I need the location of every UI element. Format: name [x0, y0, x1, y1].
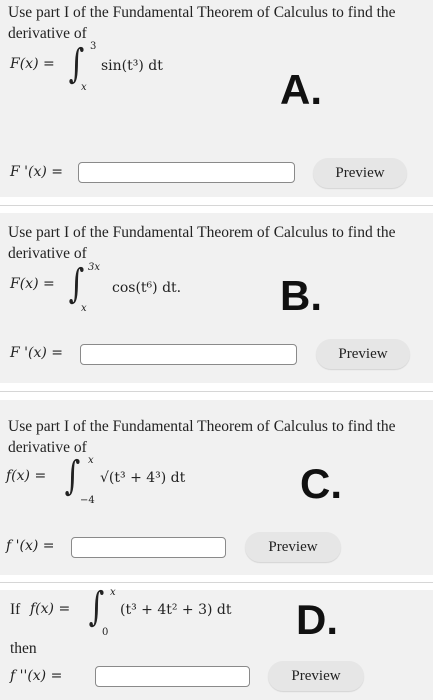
problem-b-lower-limit: x [81, 303, 87, 314]
problem-d-lower-limit: 0 [102, 627, 109, 638]
problem-b-answer-label: F '(x) = [10, 345, 64, 361]
problem-b-upper-limit: 3x [88, 262, 101, 273]
problem-c-answer-input[interactable] [71, 537, 226, 558]
problem-d-tag: D. [296, 596, 338, 643]
problem-a-upper-limit: 3 [90, 41, 97, 52]
problem-a-answer-input[interactable] [78, 162, 295, 183]
problem-d-upper-limit: x [110, 587, 116, 598]
problem-d-prefix: If [10, 601, 21, 618]
problem-a-question: Use part I of the Fundamental Theorem of… [8, 4, 396, 42]
problem-d-lhs: f(x) = [30, 601, 71, 617]
problem-c-integral-sign: ∫ [64, 453, 81, 499]
problem-d-answer-label: f ''(x) = [10, 668, 63, 684]
problem-d-preview-button[interactable]: Preview [268, 661, 364, 691]
problem-b-answer-input[interactable] [80, 344, 297, 365]
problem-b-tag: B. [280, 272, 322, 319]
problem-a-integrand: sin(t³) dt [101, 58, 163, 74]
problem-b-question: Use part I of the Fundamental Theorem of… [8, 224, 396, 262]
divider-bc [0, 391, 433, 392]
divider-ab [0, 205, 433, 206]
problem-c-preview-button[interactable]: Preview [245, 532, 341, 562]
problem-b-integral-sign: ∫ [68, 261, 85, 307]
problem-d-integral-sign: ∫ [88, 584, 105, 630]
problem-c-lower-limit: −4 [80, 495, 95, 506]
problem-a-preview-button[interactable]: Preview [313, 158, 407, 188]
problem-b-lhs: F(x) = [10, 276, 55, 292]
problem-a-integral-sign: ∫ [68, 41, 85, 87]
problem-d-integrand: (t³ + 4t² + 3) dt [120, 602, 232, 618]
problem-a-lower-limit: x [81, 82, 87, 93]
problem-c-lhs: f(x) = [6, 468, 47, 484]
problem-a-answer-label: F '(x) = [10, 164, 64, 180]
problem-c-answer-label: f '(x) = [6, 538, 55, 554]
problem-c-integrand: √(t³ + 4³) dt [100, 470, 186, 486]
problem-a-lhs: F(x) = [10, 56, 55, 72]
problem-c-tag: C. [300, 460, 342, 507]
problem-b-preview-button[interactable]: Preview [316, 339, 410, 369]
divider-cd [0, 582, 433, 583]
problem-a-tag: A. [280, 66, 322, 113]
problem-c-question: Use part I of the Fundamental Theorem of… [8, 418, 396, 456]
problem-c-upper-limit: x [88, 455, 94, 466]
problem-d-then: then [10, 640, 37, 657]
problem-d-answer-input[interactable] [95, 666, 250, 687]
problem-b-integrand: cos(t⁶) dt. [112, 280, 182, 296]
